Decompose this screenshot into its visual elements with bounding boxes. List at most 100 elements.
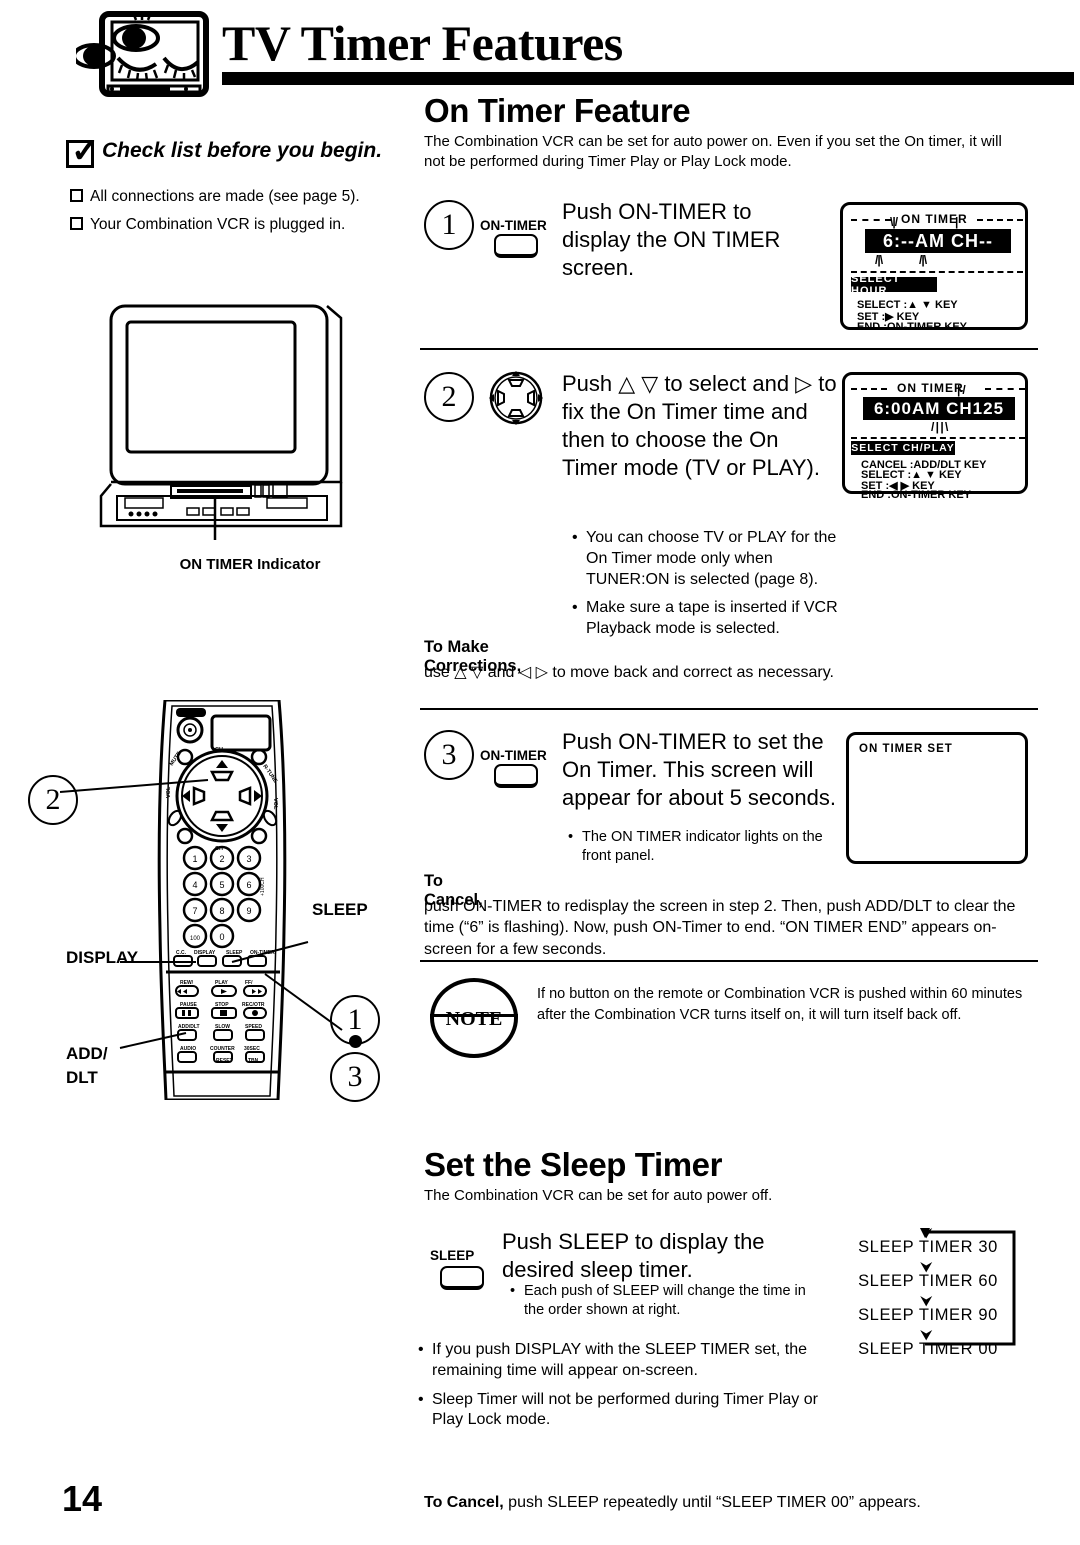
step-2-number: 2 <box>424 372 474 422</box>
step-2-bullet-1: You can choose TV or PLAY for the On Tim… <box>570 528 838 590</box>
step-1-button-label: ON-TIMER <box>480 218 547 233</box>
page-number: 14 <box>62 1478 103 1519</box>
callout-sleep: SLEEP <box>312 900 368 919</box>
sleep-cancel-heading: To Cancel, <box>424 1494 504 1511</box>
checklist-item-2: Your Combination VCR is plugged in. <box>70 216 345 234</box>
section-divider-3 <box>420 960 1038 962</box>
svg-text:5: 5 <box>219 880 224 890</box>
step-3-button-label: ON-TIMER <box>480 748 547 763</box>
tv-vcr-front-illustration <box>95 300 405 550</box>
svg-text:+100CH: +100CH <box>260 877 266 896</box>
step-3-text: Push ON-TIMER to set the On Timer. This … <box>562 729 836 811</box>
sleep-bullet-3: Sleep Timer will not be performed during… <box>416 1390 826 1432</box>
page-title: TV Timer Features <box>222 15 623 71</box>
sleep-bullet-1-wrap: Each push of SLEEP will change the time … <box>508 1282 828 1328</box>
osd-2-key-4: END :ON-TIMER KEY <box>861 489 971 501</box>
checklist-title-text: Check list before you begin. <box>102 139 383 162</box>
osd-1-key-3: END :ON-TIMER KEY <box>857 321 967 333</box>
sleep-bullets-rest: If you push DISPLAY with the SLEEP TIMER… <box>416 1340 826 1439</box>
section-divider-1 <box>420 348 1038 350</box>
step-2-bullets: You can choose TV or PLAY for the On Tim… <box>570 528 838 648</box>
remote-step-marker-2: 2 <box>28 775 78 825</box>
sleep-button-label: SLEEP <box>430 1248 475 1263</box>
step-1-text: Push ON-TIMER to display the ON TIMER sc… <box>562 199 781 281</box>
svg-text:VOL: VOL <box>166 786 172 798</box>
svg-text:8: 8 <box>219 906 224 916</box>
sleep-cancel-body: push SLEEP repeatedly until “SLEEP TIMER… <box>503 1494 921 1511</box>
on-timer-button-icon[interactable] <box>494 764 538 788</box>
osd-2-value: 6:00AM CH125 <box>863 397 1015 420</box>
step-2-text: Push △ ▽ to select and ▷ to fix the On T… <box>562 371 837 481</box>
on-timer-indicator-label: ON TIMER Indicator <box>179 556 321 573</box>
callout-dlt: DLT <box>66 1068 98 1087</box>
osd-screen-step-2: ON TIMER |-/ 6:00AM CH125 / | | \ SELECT… <box>842 372 1028 501</box>
step-3-bullet-1: The ON TIMER indicator lights on the fro… <box>566 828 838 866</box>
bullet-dot-icon <box>349 1035 362 1048</box>
check-mark-icon: ✓ <box>71 132 100 170</box>
page-header: TV Timer Features <box>0 0 1080 97</box>
flash-mark-icon: /|\ <box>919 253 927 267</box>
svg-text:VOL: VOL <box>272 798 278 810</box>
svg-text:2: 2 <box>219 854 224 864</box>
sleepy-tv-icon <box>76 10 216 108</box>
sleep-bullet-2: If you push DISPLAY with the SLEEP TIMER… <box>416 1340 826 1382</box>
step-1-number: 1 <box>424 200 474 250</box>
section-divider-2 <box>420 708 1038 710</box>
osd-2-mode-bar: SELECT CH/PLAY <box>851 441 955 455</box>
svg-text:CH: CH <box>215 747 223 753</box>
sleep-cancel-line: To Cancel, push SLEEP repeatedly until “… <box>424 1492 1036 1513</box>
make-corrections-body: use △ ▽ and ◁ ▷ to move back and correct… <box>424 664 834 681</box>
checklist-item-1: All connections are made (see page 5). <box>70 188 360 206</box>
remote-step-marker-3: 3 <box>330 1052 380 1102</box>
note-body: If no button on the remote or Combinatio… <box>537 986 1023 1024</box>
step-3-number: 3 <box>424 730 474 780</box>
flash-mark-icon: | <box>955 215 959 229</box>
osd-1-value: 6:--AM CH-- <box>865 229 1011 253</box>
sleep-timer-heading: Set the Sleep Timer <box>424 1146 723 1183</box>
sleep-timer-cycle-diagram: ⮟ SLEEP TIMER 30 ⮟ SLEEP TIMER 60 ⮟ SLEE… <box>840 1218 1030 1358</box>
flash-mark-icon: \|/ <box>890 215 898 229</box>
on-timer-heading: On Timer Feature <box>424 92 691 129</box>
callout-display: DISPLAY <box>66 948 139 967</box>
d-pad-icon[interactable] <box>488 370 544 426</box>
svg-text:3: 3 <box>246 854 251 864</box>
title-rule <box>222 72 1074 85</box>
step-2-bullet-2: Make sure a tape is inserted if VCR Play… <box>570 598 838 640</box>
manual-page: TV Timer Features ✓ Check list before yo… <box>0 0 1080 1545</box>
on-timer-cancel-body: push ON-TIMER to redisplay the screen in… <box>424 898 1016 958</box>
cycle-item-4: SLEEP TIMER 00 <box>858 1340 998 1358</box>
svg-text:6: 6 <box>246 880 251 890</box>
sleep-timer-intro: The Combination VCR can be set for auto … <box>424 1187 773 1204</box>
cycle-item-2: SLEEP TIMER 60 <box>858 1272 998 1290</box>
callout-add: ADD/ <box>66 1044 108 1063</box>
sleep-bullet-1: Each push of SLEEP will change the time … <box>508 1282 828 1320</box>
sleep-step-text: Push SLEEP to display the desired sleep … <box>502 1229 765 1283</box>
checkbox-checked-icon: ✓ <box>66 134 100 168</box>
checklist-heading: ✓ Check list before you begin. <box>66 134 416 172</box>
note-label: NOTE <box>445 1008 503 1030</box>
checkbox-empty-icon[interactable] <box>70 189 83 202</box>
osd-2-title: ON TIMER <box>897 381 964 395</box>
checklist-item-1-label: All connections are made (see page 5). <box>90 188 360 205</box>
svg-text:7: 7 <box>192 906 197 916</box>
svg-text:1: 1 <box>192 854 197 864</box>
checklist-item-2-label: Your Combination VCR is plugged in. <box>90 216 346 233</box>
osd-3-title: ON TIMER SET <box>859 743 953 755</box>
flash-mark-icon: / | | \ <box>931 420 948 434</box>
on-timer-button-icon[interactable] <box>494 234 538 258</box>
flash-mark-icon: /|\ <box>875 253 883 267</box>
svg-text:9: 9 <box>246 906 251 916</box>
checkbox-empty-icon[interactable] <box>70 217 83 230</box>
svg-text:4: 4 <box>192 880 197 890</box>
cycle-item-3: SLEEP TIMER 90 <box>858 1306 998 1324</box>
osd-screen-step-1: ON TIMER \|/ | 6:--AM CH-- /|\ /|\ SELEC… <box>840 202 1028 333</box>
svg-text:100: 100 <box>190 936 201 942</box>
step-3-bullets: The ON TIMER indicator lights on the fro… <box>566 828 838 874</box>
cycle-item-1: SLEEP TIMER 30 <box>858 1238 998 1256</box>
on-timer-intro: The Combination VCR can be set for auto … <box>424 133 1002 170</box>
osd-1-mode-bar: SELECT HOUR <box>851 273 937 297</box>
osd-screen-step-3: ON TIMER SET <box>846 732 1028 864</box>
osd-1-title: ON TIMER <box>901 212 968 226</box>
svg-text:0: 0 <box>219 932 224 942</box>
sleep-button-icon[interactable] <box>440 1266 484 1290</box>
